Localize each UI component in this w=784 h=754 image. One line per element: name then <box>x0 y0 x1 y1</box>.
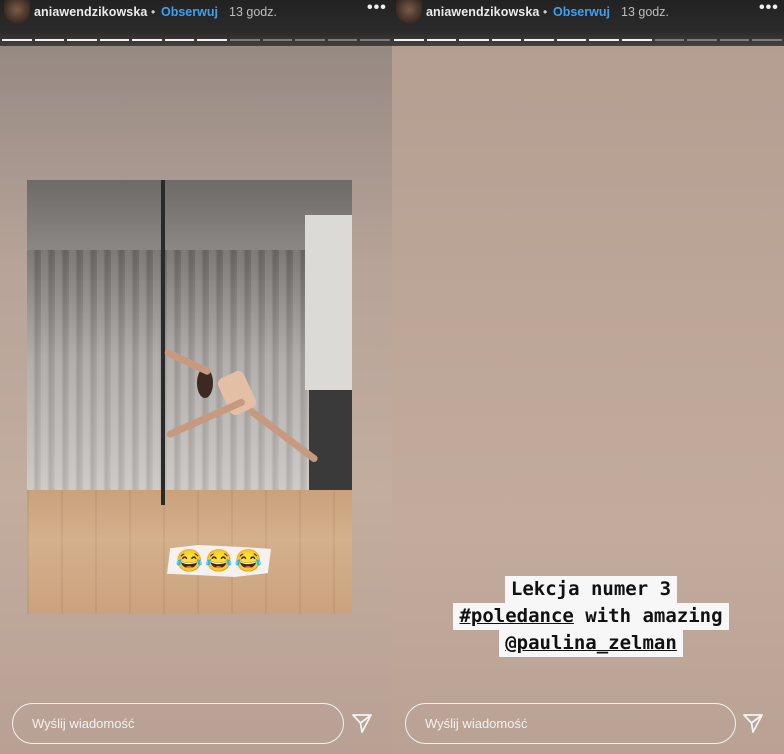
user-avatar[interactable] <box>396 0 422 24</box>
progress-segment <box>67 39 97 41</box>
laughing-emoji-icon: 😂 <box>205 548 233 573</box>
follow-button[interactable]: Obserwuj <box>161 5 218 19</box>
caption-text: with amazing <box>573 605 723 627</box>
ceiling <box>27 180 352 250</box>
username[interactable]: aniawendzikowska <box>426 5 539 19</box>
wall-panel <box>309 390 352 490</box>
progress-segment <box>394 39 424 41</box>
story-panel-left: aniawendzikowska • Obserwuj 13 godz. •••… <box>0 0 392 754</box>
caption-line: #poledance with amazing <box>453 603 729 630</box>
more-options-icon[interactable]: ••• <box>367 0 387 17</box>
separator-dot: • <box>543 5 548 19</box>
reply-placeholder: Wyślij wiadomość <box>425 716 528 731</box>
username[interactable]: aniawendzikowska <box>34 5 147 19</box>
timestamp: 13 godz. <box>229 5 277 19</box>
progress-segment <box>230 39 260 41</box>
progress-segment <box>622 39 652 41</box>
send-paper-plane-icon[interactable] <box>741 711 765 735</box>
story-progress-bar <box>394 39 782 41</box>
progress-segment <box>589 39 620 41</box>
progress-segment <box>654 39 685 41</box>
story-header: aniawendzikowska • Obserwuj 13 godz. ••• <box>0 0 392 46</box>
progress-segment <box>197 39 228 41</box>
progress-segment <box>2 39 32 41</box>
timestamp: 13 godz. <box>621 5 669 19</box>
send-paper-plane-icon[interactable] <box>350 711 374 735</box>
story-header: aniawendzikowska • Obserwuj 13 godz. ••• <box>392 0 784 46</box>
progress-segment <box>34 39 65 41</box>
progress-segment <box>752 39 782 41</box>
progress-segment <box>99 39 130 41</box>
reply-message-input[interactable]: Wyślij wiadomość <box>405 703 736 744</box>
more-options-icon[interactable]: ••• <box>759 0 779 17</box>
emoji-sticker: 😂 😂 😂 <box>167 545 271 577</box>
progress-segment <box>426 39 457 41</box>
progress-segment <box>687 39 717 41</box>
progress-segment <box>262 39 293 41</box>
reply-message-input[interactable]: Wyślij wiadomość <box>12 703 344 744</box>
mention-link[interactable]: @paulina_zelman <box>499 630 683 657</box>
wall <box>305 215 352 390</box>
hashtag-link[interactable]: #poledance <box>459 605 573 627</box>
progress-segment <box>327 39 358 41</box>
progress-segment <box>556 39 587 41</box>
progress-segment <box>164 39 195 41</box>
user-avatar[interactable] <box>4 0 30 24</box>
dance-pole <box>161 180 165 505</box>
laughing-emoji-icon: 😂 <box>234 548 263 573</box>
progress-segment <box>132 39 162 41</box>
progress-segment <box>719 39 750 41</box>
progress-segment <box>491 39 522 41</box>
progress-segment <box>524 39 554 41</box>
follow-button[interactable]: Obserwuj <box>553 5 610 19</box>
progress-segment <box>295 39 325 41</box>
story-caption: Lekcja numer 3 #poledance with amazing @… <box>428 576 754 657</box>
progress-segment <box>459 39 489 41</box>
separator-dot: • <box>151 5 156 19</box>
story-panel-right: aniawendzikowska • Obserwuj 13 godz. •••… <box>392 0 784 754</box>
caption-line: Lekcja numer 3 <box>504 576 678 603</box>
progress-segment <box>360 39 390 41</box>
laughing-emoji-icon: 😂 <box>175 548 204 573</box>
reply-placeholder: Wyślij wiadomość <box>32 716 135 731</box>
story-progress-bar <box>2 39 390 41</box>
